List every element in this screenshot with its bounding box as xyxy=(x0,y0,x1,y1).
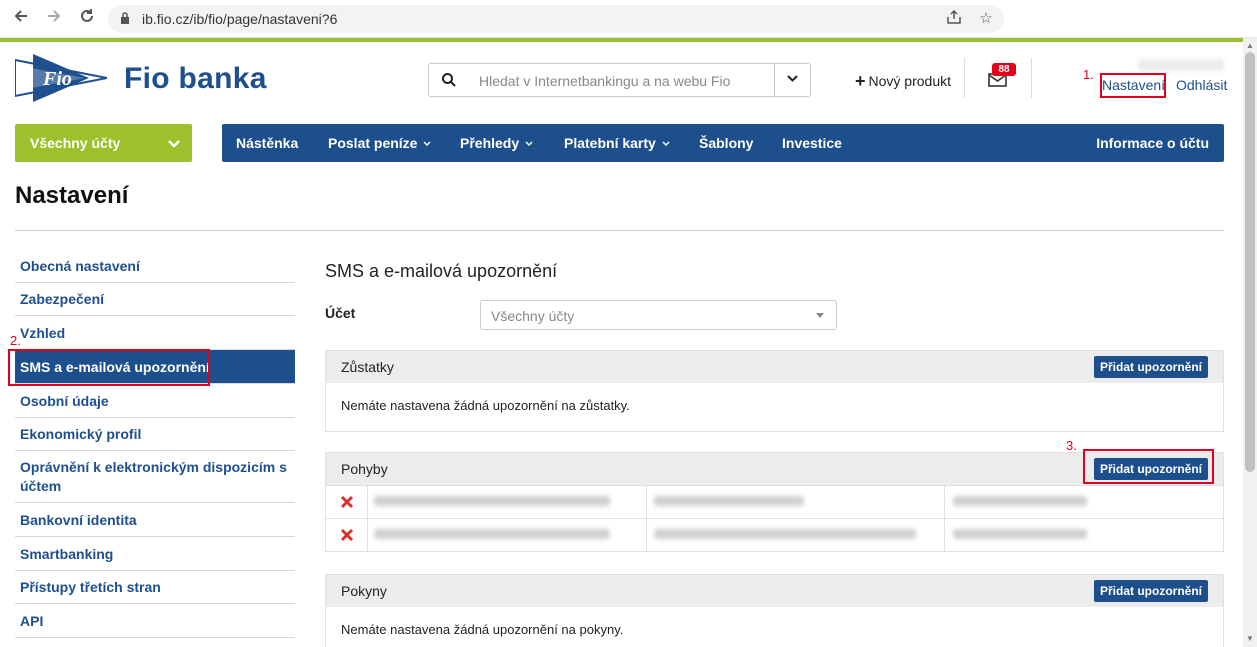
caret-down-icon xyxy=(816,313,824,318)
add-balance-alert-button[interactable]: Přidat upozornění xyxy=(1094,356,1208,378)
cell-divider xyxy=(646,519,647,552)
table-row xyxy=(326,518,1223,552)
add-order-alert-button[interactable]: Přidat upozornění xyxy=(1094,580,1208,602)
logout-link[interactable]: Odhlásit xyxy=(1176,77,1227,93)
account-select[interactable]: Všechny účty xyxy=(480,300,837,330)
main-navigation: Nástěnka Poslat peníze Přehledy Platební… xyxy=(222,124,1224,162)
panel-title: Pohyby xyxy=(341,461,388,477)
sidebar-item-bank-identity[interactable]: Bankovní identita xyxy=(15,503,295,537)
blurred-account-text xyxy=(374,529,610,539)
sidebar-item-third-party-access[interactable]: Přístupy třetích stran xyxy=(15,571,295,604)
browser-toolbar: ib.fio.cz/ib/fio/page/nastaveni?6 ☆ xyxy=(0,0,1257,38)
address-bar[interactable]: ib.fio.cz/ib/fio/page/nastaveni?6 ☆ xyxy=(108,5,1004,33)
header-divider xyxy=(964,58,965,98)
page-scrollbar[interactable]: ▲ ▼ xyxy=(1243,38,1257,647)
chevron-down-icon xyxy=(423,141,431,146)
sidebar-item-appearance[interactable]: Vzhled xyxy=(15,316,295,350)
scroll-up-icon[interactable]: ▲ xyxy=(1246,41,1254,50)
plus-icon: + xyxy=(855,71,866,91)
account-label: Účet xyxy=(325,305,356,321)
sidebar-item-smartbanking[interactable]: Smartbanking xyxy=(15,537,295,571)
blurred-account-text xyxy=(374,496,610,506)
annotation-highlight-box xyxy=(1083,449,1214,484)
blurred-condition-text xyxy=(654,496,804,506)
nav-item-send-money[interactable]: Poslat peníze xyxy=(328,135,431,151)
blurred-contact-text xyxy=(953,529,1087,539)
panel-header: Pokyny Přidat upozornění xyxy=(326,575,1223,607)
search-input[interactable]: Hledat v Internetbankingu a na webu Fio xyxy=(479,73,730,89)
search-dropdown-button[interactable] xyxy=(774,64,810,96)
top-accent-bar xyxy=(0,38,1243,42)
nav-item-overviews[interactable]: Přehledy xyxy=(460,135,533,151)
all-accounts-label: Všechny účty xyxy=(30,135,121,151)
panel-empty-message: Nemáte nastavena žádná upozornění na pok… xyxy=(341,622,624,637)
delete-icon[interactable] xyxy=(340,528,354,542)
nav-item-dashboard[interactable]: Nástěnka xyxy=(236,135,298,151)
blurred-contact-text xyxy=(953,496,1087,506)
sidebar-item-electronic-permissions[interactable]: Oprávnění k elektronickým dispozicím s ú… xyxy=(15,451,295,503)
annotation-step-2: 2. xyxy=(10,333,21,348)
nav-item-account-info[interactable]: Informace o účtu xyxy=(1096,135,1209,151)
nav-item-templates[interactable]: Šablony xyxy=(699,135,753,151)
sidebar-item-personal-data[interactable]: Osobní údaje xyxy=(15,384,295,418)
user-name-blurred xyxy=(1138,59,1224,71)
annotation-highlight-box xyxy=(8,349,210,386)
all-accounts-dropdown[interactable]: Všechny účty xyxy=(15,124,192,162)
page-title: Nastavení xyxy=(15,182,129,209)
chevron-down-icon xyxy=(168,140,180,148)
search-icon xyxy=(442,73,456,87)
section-title: SMS a e-mailová upozornění xyxy=(325,261,558,281)
chevron-down-icon xyxy=(662,141,670,146)
fio-logo[interactable]: Fio xyxy=(15,52,107,104)
cell-divider xyxy=(367,519,368,552)
table-row xyxy=(326,485,1223,519)
panel-title: Zůstatky xyxy=(341,359,394,375)
forward-arrow-icon[interactable] xyxy=(43,8,65,30)
nav-item-investments[interactable]: Investice xyxy=(782,135,842,151)
cell-divider xyxy=(944,486,945,519)
chevron-down-icon xyxy=(525,141,533,146)
sidebar-item-security[interactable]: Zabezpečení xyxy=(15,283,295,316)
delete-icon[interactable] xyxy=(340,495,354,509)
lock-icon xyxy=(121,12,129,24)
blurred-condition-text xyxy=(654,529,916,539)
chevron-down-icon xyxy=(787,75,798,82)
mail-count-badge: 88 xyxy=(992,63,1016,76)
back-arrow-icon[interactable] xyxy=(10,8,32,30)
brand-name[interactable]: Fio banka xyxy=(124,62,267,96)
panel-header: Zůstatky Přidat upozornění xyxy=(326,351,1223,383)
scroll-down-icon[interactable]: ▼ xyxy=(1246,634,1254,643)
new-product-button[interactable]: + Nový produkt xyxy=(855,71,951,92)
cell-divider xyxy=(944,519,945,552)
panel-empty-message: Nemáte nastavena žádná upozornění na zůs… xyxy=(341,398,630,413)
sidebar-item-general[interactable]: Obecná nastavení xyxy=(15,249,295,283)
settings-sidebar: Obecná nastavení Zabezpečení Vzhled SMS … xyxy=(15,249,295,638)
new-product-label: Nový produkt xyxy=(868,73,951,89)
annotation-step-1: 1. xyxy=(1083,67,1094,82)
bookmark-star-icon[interactable]: ☆ xyxy=(976,9,996,27)
cell-divider xyxy=(367,486,368,519)
nav-item-payment-cards[interactable]: Platební karty xyxy=(564,135,670,151)
scroll-thumb[interactable] xyxy=(1245,52,1255,472)
sidebar-item-api[interactable]: API xyxy=(15,604,295,638)
panel-title: Pokyny xyxy=(341,583,387,599)
header-divider xyxy=(1031,58,1032,98)
annotation-step-3: 3. xyxy=(1066,438,1077,453)
reload-icon[interactable] xyxy=(76,8,98,30)
panel-balances: Zůstatky Přidat upozornění Nemáte nastav… xyxy=(325,350,1224,432)
url-text: ib.fio.cz/ib/fio/page/nastaveni?6 xyxy=(142,11,338,27)
settings-link[interactable]: Nastavení xyxy=(1100,73,1166,98)
title-divider xyxy=(15,230,1224,231)
account-select-value: Všechny účty xyxy=(491,308,575,324)
panel-orders: Pokyny Přidat upozornění Nemáte nastaven… xyxy=(325,574,1224,647)
search-box[interactable]: Hledat v Internetbankingu a na webu Fio xyxy=(428,63,811,97)
cell-divider xyxy=(646,486,647,519)
share-icon[interactable] xyxy=(944,9,964,29)
svg-text:Fio: Fio xyxy=(42,68,72,90)
sidebar-item-economic-profile[interactable]: Ekonomický profil xyxy=(15,418,295,451)
